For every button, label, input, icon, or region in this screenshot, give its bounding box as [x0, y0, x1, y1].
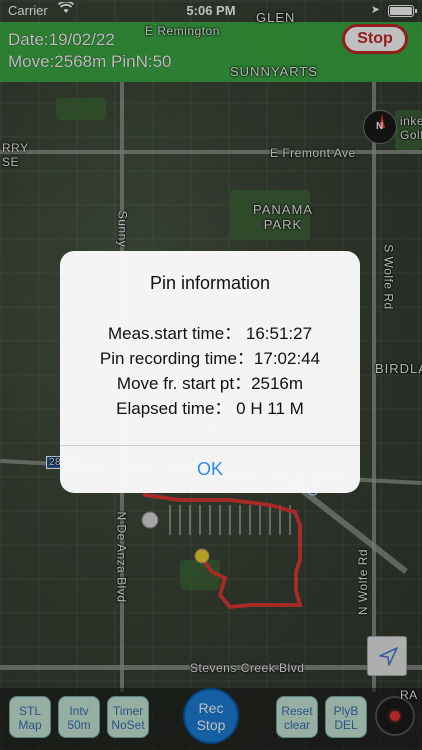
pin-recording-time: Pin recording time：17:02:44 [99, 349, 321, 368]
pin-information-dialog: Pin information Meas.start time： 16:51:2… [60, 251, 360, 493]
dialog-message: Meas.start time： 16:51:27 Pin recording … [60, 321, 360, 421]
move-from-start: Move fr. start pt：2516m [116, 374, 304, 393]
elapsed-time: Elapsed time： 0 H 11 M [116, 399, 304, 418]
ok-button[interactable]: OK [60, 446, 360, 493]
meas-start-time: Meas.start time： 16:51:27 [107, 324, 313, 343]
dialog-title: Pin information [149, 273, 271, 293]
